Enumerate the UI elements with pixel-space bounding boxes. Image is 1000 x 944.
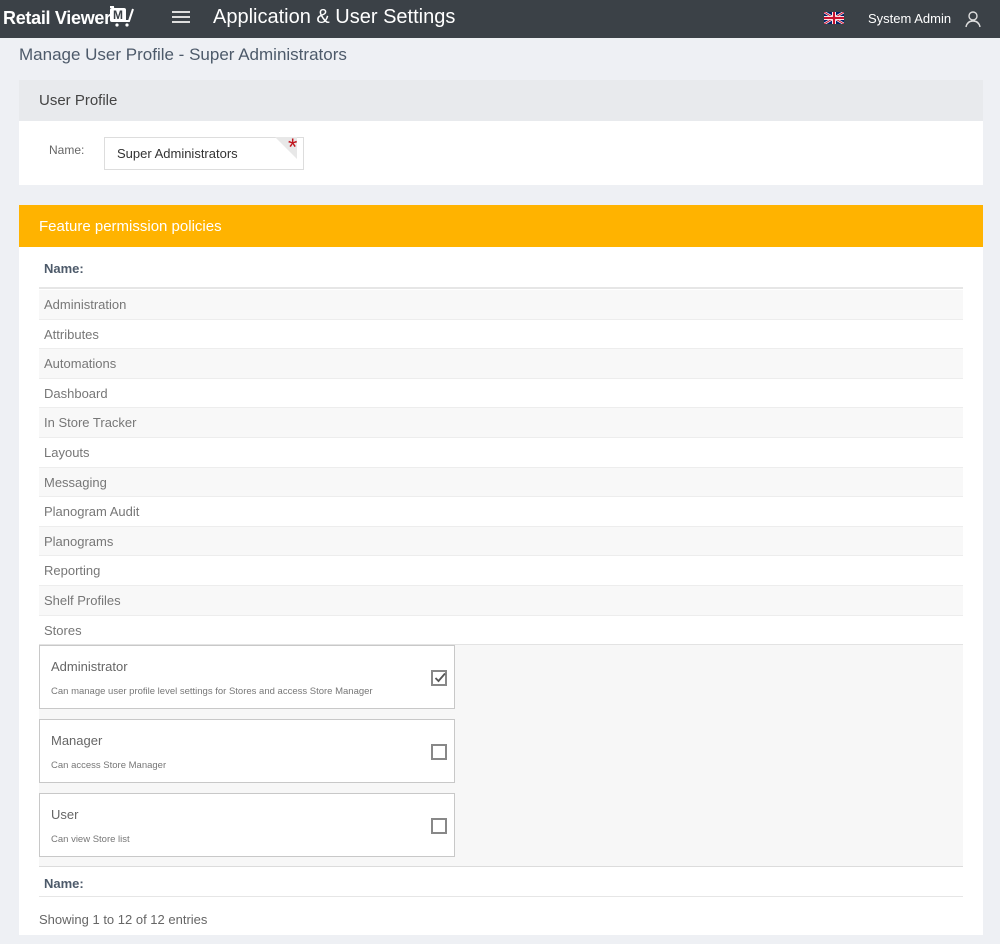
uk-flag-icon[interactable] [823, 10, 845, 26]
policy-card-manager[interactable]: Manager Can access Store Manager [39, 719, 455, 783]
app-title: Application & User Settings [213, 6, 456, 28]
top-navbar: Retail Viewer M Application & User Setti… [0, 0, 1000, 38]
stores-policies-detail: Administrator Can manage user profile le… [39, 644, 963, 866]
checkmark-icon [434, 672, 446, 683]
policy-checkbox-manager[interactable] [431, 744, 447, 760]
policy-card-administrator[interactable]: Administrator Can manage user profile le… [39, 645, 455, 709]
policy-card-user[interactable]: User Can view Store list [39, 793, 455, 857]
feature-permissions-panel: Feature permission policies Name: Admini… [19, 205, 983, 935]
feature-row-shelf-profiles[interactable]: Shelf Profiles [39, 585, 963, 616]
feature-row-stores[interactable]: Stores [39, 615, 963, 646]
feature-row-automations[interactable]: Automations [39, 349, 963, 379]
feature-row-messaging[interactable]: Messaging [39, 467, 963, 498]
feature-permissions-heading: Feature permission policies [19, 205, 983, 247]
brand-logo[interactable]: Retail Viewer M [3, 5, 134, 29]
feature-row-planograms[interactable]: Planograms [39, 526, 963, 557]
policy-description: Can access Store Manager [51, 760, 167, 771]
policy-description: Can view Store list [51, 834, 130, 845]
policy-title: User [51, 807, 79, 822]
policy-title: Manager [51, 733, 103, 748]
feature-row-administration[interactable]: Administration [39, 290, 963, 320]
name-column-footer[interactable]: Name: [39, 866, 963, 897]
user-profile-heading: User Profile [19, 80, 983, 121]
brand-name: Retail Viewer [3, 8, 111, 28]
feature-row-reporting[interactable]: Reporting [39, 556, 963, 586]
feature-row-layouts[interactable]: Layouts [39, 437, 963, 468]
user-menu[interactable]: System Admin [868, 11, 951, 26]
policy-description: Can manage user profile level settings f… [51, 686, 373, 697]
required-marker: * [288, 134, 298, 161]
feature-row-attributes[interactable]: Attributes [39, 319, 963, 350]
cart-icon: M [109, 5, 134, 27]
feature-list: Administration Attributes Automations Da… [39, 290, 963, 646]
brand-badge-letter: M [109, 8, 126, 22]
feature-row-in-store-tracker[interactable]: In Store Tracker [39, 408, 963, 438]
policy-checkbox-administrator[interactable] [431, 670, 447, 686]
page-title: Manage User Profile - Super Administrato… [19, 45, 347, 64]
entries-info: Showing 1 to 12 of 12 entries [39, 912, 208, 927]
feature-row-dashboard[interactable]: Dashboard [39, 378, 963, 409]
profile-name-input[interactable] [104, 137, 304, 170]
menu-toggle-icon[interactable] [172, 11, 190, 27]
name-label: Name: [49, 143, 85, 157]
user-icon[interactable] [964, 10, 982, 28]
policy-title: Administrator [51, 659, 128, 674]
policy-checkbox-user[interactable] [431, 818, 447, 834]
user-profile-panel: User Profile Name: * [19, 80, 983, 185]
feature-row-planogram-audit[interactable]: Planogram Audit [39, 497, 963, 527]
name-column-header[interactable]: Name: [39, 247, 963, 289]
